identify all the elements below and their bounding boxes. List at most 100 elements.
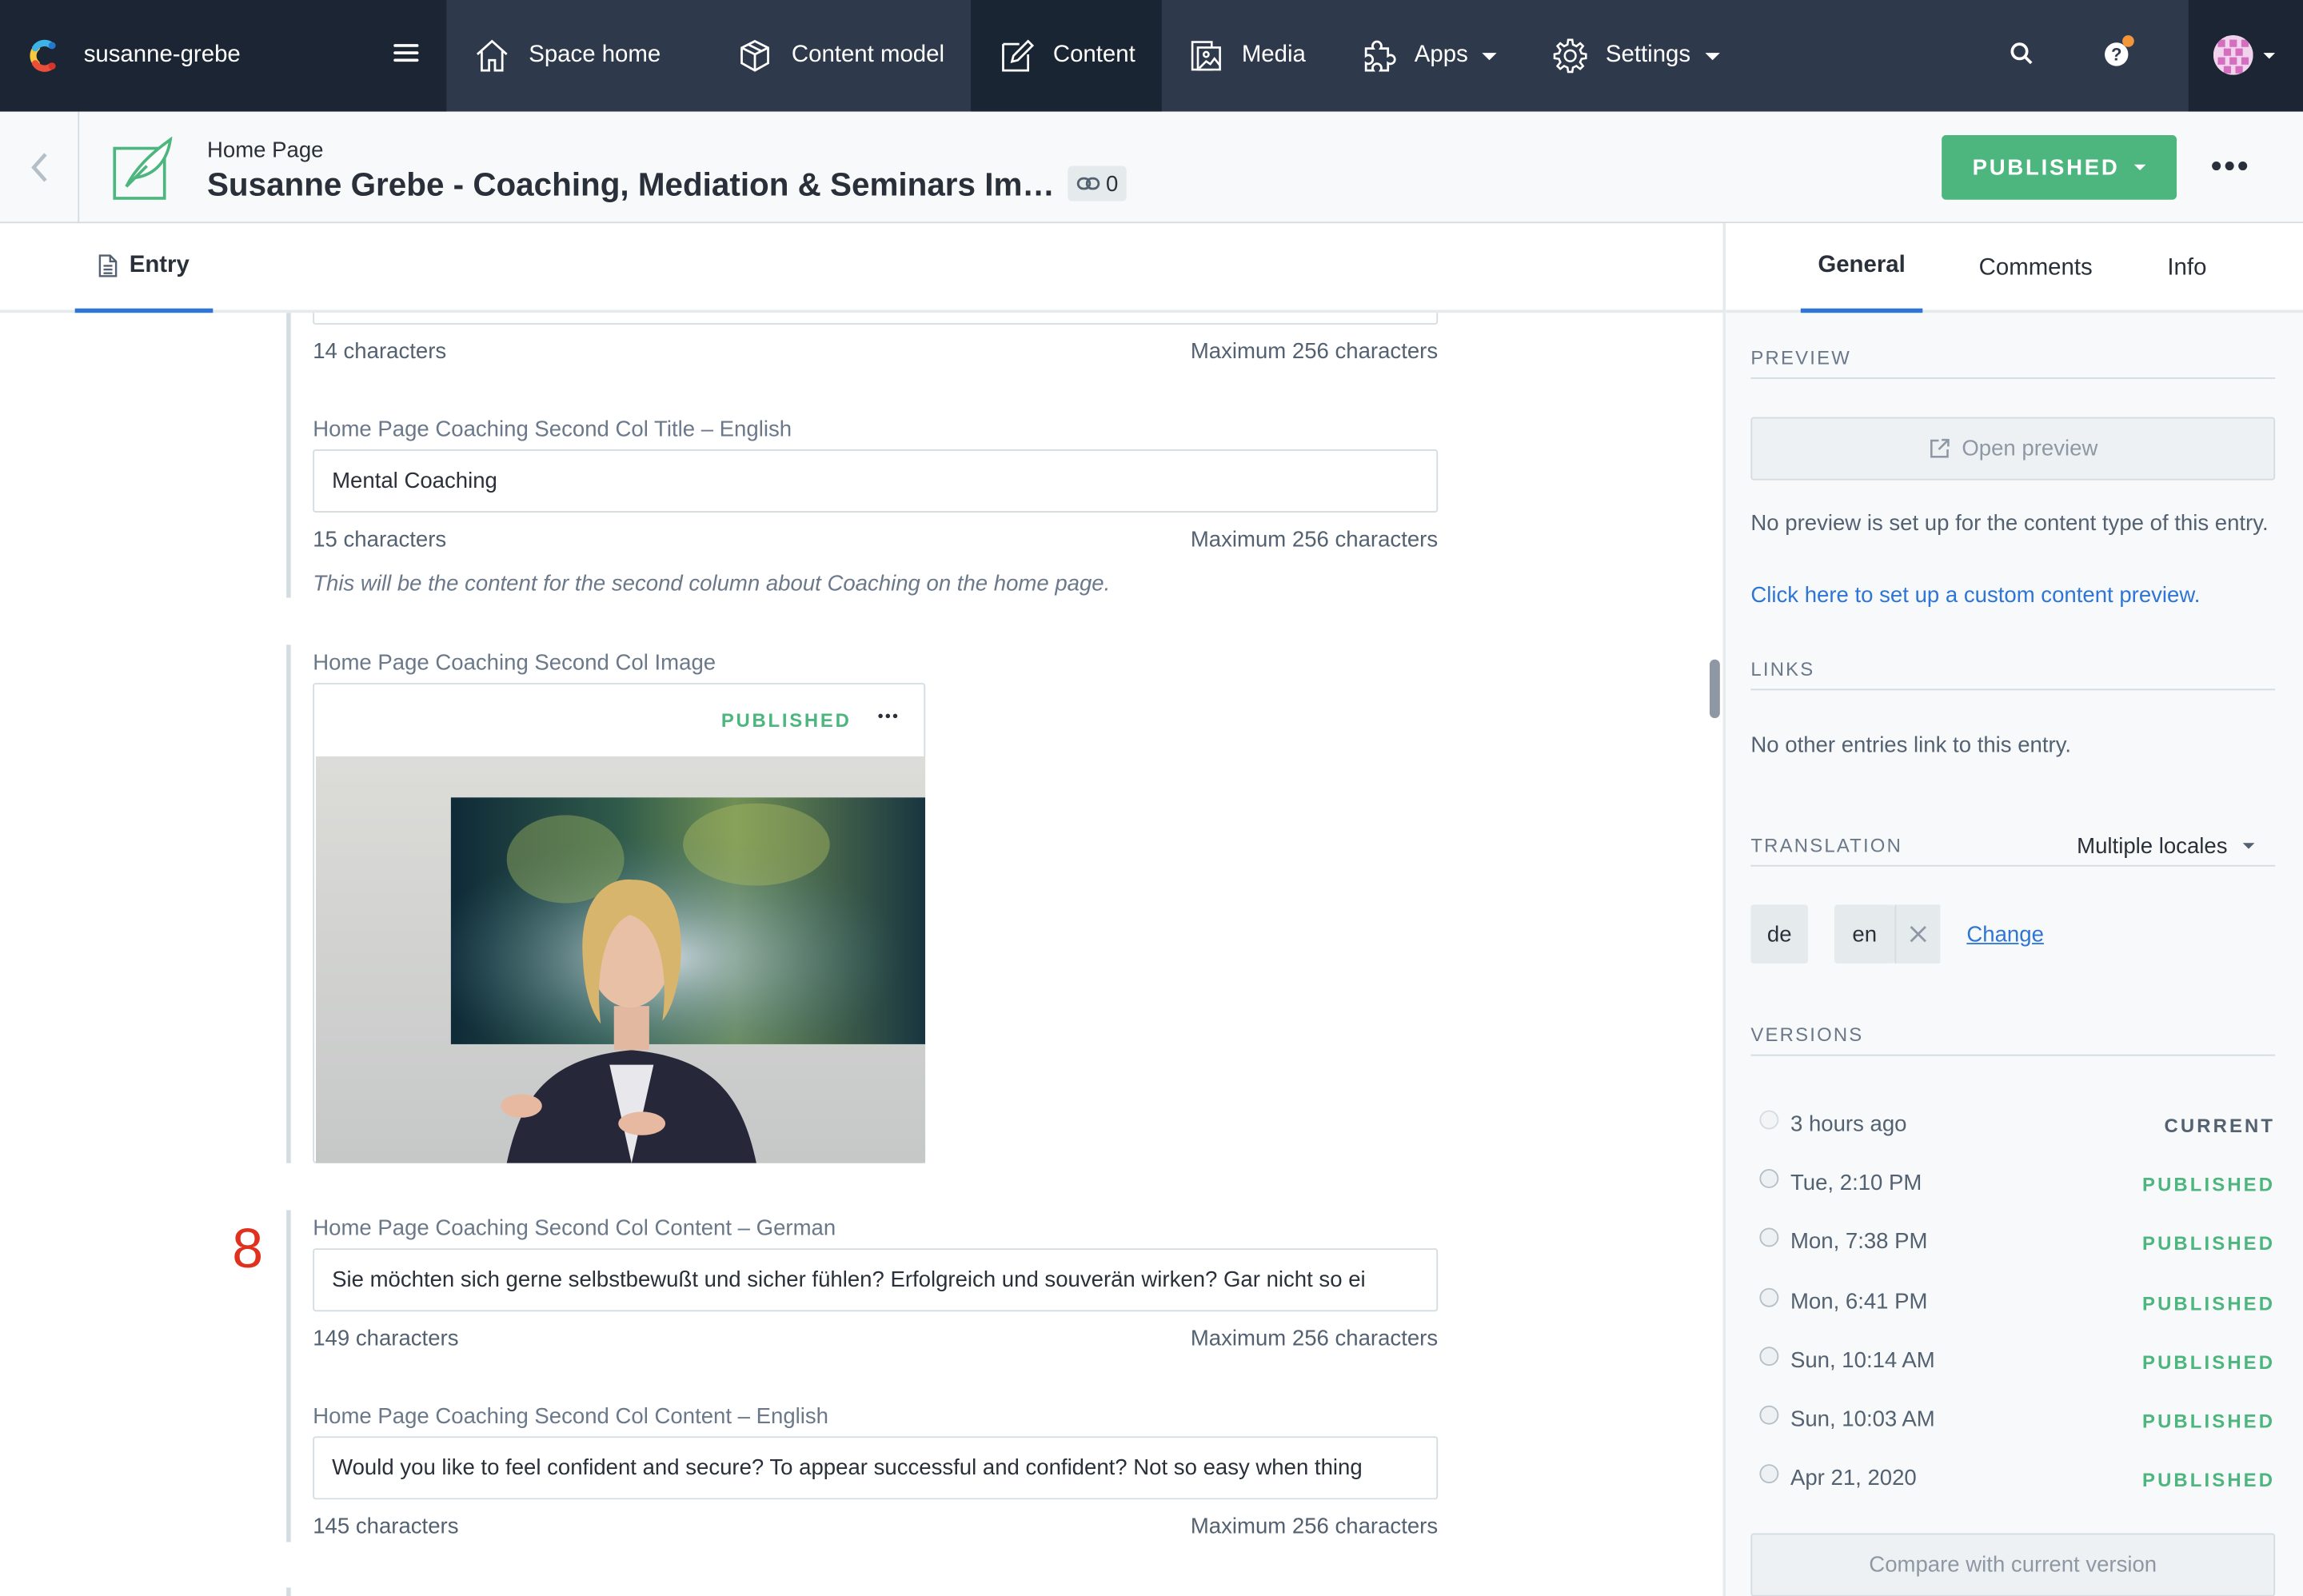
entry-sidebar: General Comments Info PREVIEW Open previ… bbox=[1726, 223, 2303, 1596]
version-date: Mon, 6:41 PM bbox=[1790, 1289, 1928, 1315]
char-max: Maximum 256 characters bbox=[1190, 527, 1439, 553]
version-radio[interactable] bbox=[1759, 1169, 1779, 1188]
nav-settings[interactable]: Settings bbox=[1526, 0, 1746, 112]
back-button[interactable] bbox=[0, 111, 80, 224]
tab-entry[interactable]: Entry bbox=[74, 223, 214, 313]
nav-label-apps: Apps bbox=[1414, 42, 1468, 68]
version-status: PUBLISHED bbox=[2142, 1232, 2276, 1255]
nav-space-home[interactable]: Space home bbox=[446, 0, 709, 112]
search-icon[interactable] bbox=[2006, 38, 2038, 70]
avatar bbox=[2213, 35, 2253, 75]
tab-comments[interactable]: Comments bbox=[1966, 223, 2106, 313]
entry-header: Home Page Susanne Grebe - Coaching, Medi… bbox=[0, 111, 2303, 224]
char-max: Maximum 256 characters bbox=[1190, 1514, 1439, 1539]
content-de-input[interactable]: Sie möchten sich gerne selbstbewußt und … bbox=[313, 1248, 1439, 1312]
open-preview-button[interactable]: Open preview bbox=[1750, 417, 2276, 481]
field-label: Home Page Coaching Second Col Content – … bbox=[313, 1403, 829, 1430]
nav-media[interactable]: Media bbox=[1162, 0, 1332, 112]
version-radio[interactable] bbox=[1759, 1110, 1779, 1130]
more-actions-icon[interactable] bbox=[2212, 162, 2248, 171]
version-radio[interactable] bbox=[1759, 1405, 1779, 1425]
version-row[interactable]: Apr 21, 2020 PUBLISHED bbox=[1750, 1464, 2276, 1495]
version-radio[interactable] bbox=[1759, 1227, 1779, 1247]
locale-select[interactable]: Multiple locales bbox=[2077, 834, 2254, 860]
chevron-down-icon bbox=[2241, 842, 2254, 848]
top-navigation: susanne-grebe Space home Content model C… bbox=[0, 0, 2303, 112]
version-radio[interactable] bbox=[1759, 1287, 1779, 1307]
version-date: Apr 21, 2020 bbox=[1790, 1466, 1917, 1491]
nav-content[interactable]: Content bbox=[971, 0, 1162, 112]
field-group-bar bbox=[286, 313, 291, 598]
version-status: PUBLISHED bbox=[2142, 1410, 2276, 1432]
chevron-down-icon bbox=[1483, 52, 1498, 60]
content-en-value: Would you like to feel confident and sec… bbox=[332, 1455, 1363, 1481]
tab-entry-label: Entry bbox=[129, 252, 190, 278]
status-label: PUBLISHED bbox=[1972, 154, 2120, 181]
preview-heading: PREVIEW bbox=[1750, 346, 2276, 379]
version-row[interactable]: Mon, 6:41 PM PUBLISHED bbox=[1750, 1287, 2276, 1319]
field-help-text: This will be the content for the second … bbox=[313, 571, 1111, 597]
version-row[interactable]: Sun, 10:03 AM PUBLISHED bbox=[1750, 1405, 2276, 1437]
content-type-name: Home Page bbox=[206, 138, 324, 163]
contentful-logo-icon bbox=[30, 39, 56, 72]
incoming-links-count: 0 bbox=[1106, 170, 1119, 197]
version-status: PUBLISHED bbox=[2142, 1468, 2276, 1491]
version-status: PUBLISHED bbox=[2142, 1292, 2276, 1315]
version-date: Sun, 10:14 AM bbox=[1790, 1348, 1935, 1374]
version-row[interactable]: 3 hours ago CURRENT bbox=[1750, 1110, 2275, 1141]
nav-content-model[interactable]: Content model bbox=[709, 0, 971, 112]
content-de-value: Sie möchten sich gerne selbstbewußt und … bbox=[332, 1267, 1366, 1293]
char-count: 149 characters bbox=[313, 1326, 459, 1351]
locale-select-value: Multiple locales bbox=[2077, 834, 2228, 860]
custom-preview-link[interactable]: Click here to set up a custom content pr… bbox=[1750, 583, 2200, 608]
status-button[interactable]: PUBLISHED bbox=[1942, 134, 2177, 200]
document-icon bbox=[98, 254, 118, 277]
entry-title: Susanne Grebe - Coaching, Mediation & Se… bbox=[206, 166, 1055, 203]
version-status: PUBLISHED bbox=[2142, 1351, 2276, 1374]
nav-label-content: Content bbox=[1052, 42, 1136, 68]
version-date: 3 hours ago bbox=[1790, 1111, 1907, 1137]
nav-label-space-home: Space home bbox=[529, 42, 661, 68]
char-max: Maximum 256 characters bbox=[1190, 1326, 1439, 1351]
field-group-bar bbox=[286, 1587, 291, 1596]
account-menu[interactable] bbox=[2188, 0, 2303, 112]
version-status: PUBLISHED bbox=[2142, 1173, 2276, 1196]
preview-note: No preview is set up for the content typ… bbox=[1750, 511, 2269, 537]
version-radio[interactable] bbox=[1759, 1464, 1779, 1484]
close-icon bbox=[1910, 926, 1926, 943]
entry-editor: 14 characters Maximum 256 characters Hom… bbox=[0, 313, 1706, 1596]
tab-general[interactable]: General bbox=[1800, 223, 1923, 313]
space-switcher[interactable]: susanne-grebe bbox=[0, 0, 447, 112]
field-group-bar bbox=[286, 644, 291, 1163]
content-en-input[interactable]: Would you like to feel confident and sec… bbox=[313, 1436, 1439, 1500]
version-row[interactable]: Tue, 2:10 PM PUBLISHED bbox=[1750, 1169, 2276, 1200]
char-count: 14 characters bbox=[313, 339, 447, 365]
puzzle-icon bbox=[1364, 40, 1396, 72]
version-row[interactable]: Mon, 7:38 PM PUBLISHED bbox=[1750, 1227, 2276, 1259]
field-group-bar bbox=[286, 1210, 291, 1542]
version-row[interactable]: Sun, 10:14 AM PUBLISHED bbox=[1750, 1347, 2276, 1378]
field-label: Home Page Coaching Second Col Title – En… bbox=[313, 417, 792, 442]
asset-more-icon[interactable] bbox=[878, 713, 898, 719]
nav-apps[interactable]: Apps bbox=[1332, 0, 1526, 112]
pencil-square-icon bbox=[1002, 39, 1035, 72]
version-date: Mon, 7:38 PM bbox=[1790, 1229, 1928, 1255]
scrollbar-thumb[interactable] bbox=[1709, 659, 1720, 719]
locale-label: en bbox=[1852, 921, 1878, 947]
incoming-links-badge[interactable]: 0 bbox=[1068, 166, 1128, 201]
entry-feather-icon bbox=[113, 136, 173, 200]
locale-label: de bbox=[1766, 921, 1792, 947]
asset-card[interactable]: PUBLISHED bbox=[313, 683, 926, 1163]
version-radio[interactable] bbox=[1759, 1347, 1779, 1367]
svg-text:?: ? bbox=[2111, 44, 2121, 64]
locale-tag-de: de bbox=[1750, 904, 1809, 964]
previous-field-input[interactable] bbox=[313, 313, 1439, 325]
compare-version-button[interactable]: Compare with current version bbox=[1750, 1533, 2276, 1596]
title-en-input[interactable]: Mental Coaching bbox=[313, 449, 1439, 513]
remove-locale-button[interactable] bbox=[1894, 904, 1941, 964]
chevron-down-icon bbox=[1705, 52, 1720, 60]
change-locales-link[interactable]: Change bbox=[1966, 922, 2044, 947]
chevron-left-icon bbox=[30, 153, 46, 182]
hamburger-menu-icon[interactable] bbox=[393, 44, 419, 65]
tab-info[interactable]: Info bbox=[2153, 223, 2221, 313]
